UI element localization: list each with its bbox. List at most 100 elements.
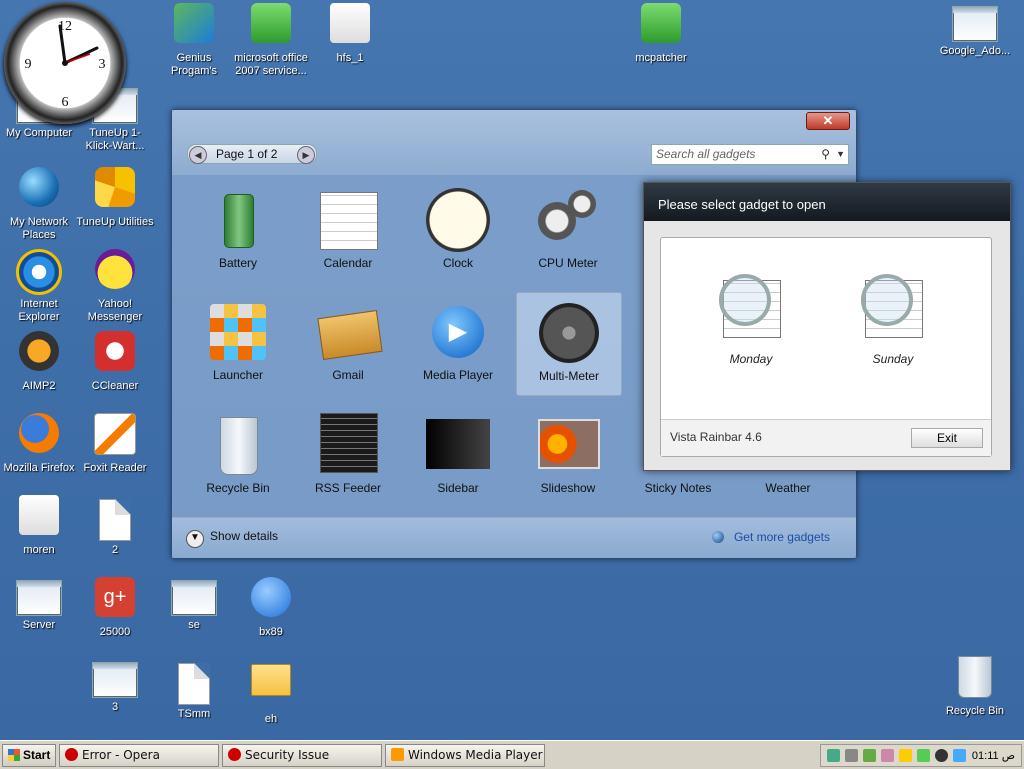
- desktop-icon-3[interactable]: 3: [76, 656, 154, 714]
- window-icon: [92, 662, 138, 698]
- windows-logo-icon: [8, 749, 20, 761]
- gadget-gmail[interactable]: Gmail: [296, 292, 400, 394]
- green-installer-icon: [638, 3, 684, 49]
- foxit-icon: [92, 413, 138, 459]
- desktop-icon-office-service-pack[interactable]: microsoft office 2007 service...: [232, 0, 310, 78]
- desktop-icon-25000[interactable]: g+ 25000: [76, 574, 154, 639]
- calendar-icon: [316, 188, 380, 252]
- gallery-close-button[interactable]: ✕: [806, 112, 850, 130]
- gadget-slideshow[interactable]: Slideshow: [516, 405, 620, 507]
- tray-app-icon[interactable]: [899, 749, 912, 762]
- globe-icon: [711, 531, 724, 543]
- aimp-icon: [16, 331, 62, 377]
- sunday-option[interactable]: Sunday: [853, 274, 933, 366]
- slideshow-icon: [536, 413, 600, 477]
- desktop-icon-moren[interactable]: moren: [0, 492, 78, 557]
- desktop-icon-mozilla-firefox[interactable]: Mozilla Firefox: [0, 410, 78, 475]
- rss-icon: [316, 413, 380, 477]
- green-installer-icon: [248, 3, 294, 49]
- sidebar-icon: [426, 413, 490, 477]
- clock-gadget[interactable]: 12 3 6 9: [4, 2, 126, 124]
- gadget-choice-panel: Monday Sunday Vista Rainbar 4.6 Exit: [660, 237, 992, 457]
- gadget-cpu-meter[interactable]: CPU Meter: [516, 180, 620, 282]
- svg-text:12: 12: [58, 19, 72, 34]
- desktop-icon-internet-explorer[interactable]: Internet Explorer: [0, 246, 78, 324]
- show-details-toggle[interactable]: ▼ Show details: [186, 529, 278, 548]
- desktop: My Computer TuneUp 1-Klick-Wart... My Ne…: [0, 0, 1024, 740]
- tray-app-icon[interactable]: [881, 749, 894, 762]
- play-icon: ▶: [426, 300, 490, 364]
- yahoo-icon: [92, 249, 138, 295]
- gadget-sidebar[interactable]: Sidebar: [406, 405, 510, 507]
- gadget-launcher[interactable]: Launcher: [186, 292, 290, 394]
- tray-app-icon[interactable]: [863, 749, 876, 762]
- window-icon: [16, 580, 62, 616]
- svg-text:3: 3: [99, 57, 106, 72]
- desktop-icon-yahoo-messenger[interactable]: Yahoo! Messenger: [76, 246, 154, 324]
- recycle-bin-icon: [952, 656, 998, 702]
- task-windows-media-player[interactable]: Windows Media Player: [385, 744, 545, 767]
- chevron-down-icon: ▼: [186, 530, 204, 548]
- tray-app-icon[interactable]: [917, 749, 930, 762]
- gadget-recycle-bin[interactable]: Recycle Bin: [186, 405, 290, 507]
- firefox-icon: [16, 413, 62, 459]
- calendar-magnifier-icon: [719, 274, 783, 346]
- window-icon: [171, 580, 217, 616]
- folder-icon: [248, 664, 294, 710]
- exit-button[interactable]: Exit: [911, 428, 983, 448]
- desktop-icon-google-ado[interactable]: Google_Ado...: [936, 0, 1014, 58]
- desktop-icon-tsmm[interactable]: TSmm: [155, 660, 233, 721]
- desktop-icon-my-network-places[interactable]: My Network Places: [0, 164, 78, 242]
- search-placeholder: Search all gadgets: [656, 147, 756, 161]
- start-button[interactable]: Start: [2, 744, 56, 767]
- document-icon: [178, 663, 210, 705]
- task-security-issue[interactable]: Security Issue: [222, 744, 382, 767]
- tray-app-icon[interactable]: [935, 749, 948, 762]
- window-icon: [952, 6, 998, 42]
- desktop-icon-eh[interactable]: eh: [232, 656, 310, 726]
- tray-app-icon[interactable]: [845, 749, 858, 762]
- desktop-icon-ccleaner[interactable]: CCleaner: [76, 328, 154, 393]
- taskbar-clock[interactable]: 01:11 ص: [972, 749, 1015, 762]
- search-icon[interactable]: ⚲: [821, 145, 830, 164]
- gadget-battery[interactable]: Battery: [186, 180, 290, 282]
- speaker-icon: [16, 495, 62, 541]
- taskbar: Start Error - Opera Security Issue Windo…: [0, 740, 1024, 769]
- gadget-rss-feeder[interactable]: RSS Feeder: [296, 405, 400, 507]
- desktop-icon-2[interactable]: 2: [76, 496, 154, 557]
- task-error-opera[interactable]: Error - Opera: [59, 744, 219, 767]
- media-player-icon: [391, 748, 404, 761]
- desktop-icon-server[interactable]: Server: [0, 574, 78, 632]
- gadget-clock[interactable]: Clock: [406, 180, 510, 282]
- page-navigator: ◀ Page 1 of 2 ▶: [187, 144, 317, 164]
- get-more-gadgets-link[interactable]: Get more gadgets: [711, 530, 830, 544]
- page-label: Page 1 of 2: [216, 147, 278, 161]
- desktop-icon-tuneup-utilities[interactable]: TuneUp Utilities: [76, 164, 154, 229]
- gadget-search-input[interactable]: Search all gadgets ⚲ ▼: [651, 144, 849, 165]
- launcher-icon: [206, 300, 270, 364]
- prev-page-button[interactable]: ◀: [189, 146, 207, 164]
- gadget-calendar[interactable]: Calendar: [296, 180, 400, 282]
- desktop-icon-hfs1[interactable]: hfs_1: [311, 0, 389, 65]
- gadget-multi-meter[interactable]: Multi-Meter: [516, 292, 622, 396]
- monday-option[interactable]: Monday: [711, 274, 791, 366]
- tray-app-icon[interactable]: [827, 749, 840, 762]
- desktop-icon-se[interactable]: se: [155, 574, 233, 632]
- tray-app-icon[interactable]: [953, 749, 966, 762]
- gallery-footer: ▼ Show details Get more gadgets: [172, 517, 856, 558]
- system-tray: 01:11 ص: [820, 744, 1022, 767]
- desktop-icon-mcpatcher[interactable]: mcpatcher: [622, 0, 700, 65]
- tuneup-icon: [92, 167, 138, 213]
- opera-icon: [228, 748, 241, 761]
- gadget-media-player[interactable]: ▶ Media Player: [406, 292, 510, 394]
- genius-icon: [171, 3, 217, 49]
- desktop-icon-bx89[interactable]: bx89: [232, 574, 310, 639]
- desktop-icon-recycle-bin[interactable]: Recycle Bin: [936, 654, 1014, 718]
- gallery-header: [172, 110, 856, 175]
- next-page-button[interactable]: ▶: [297, 146, 315, 164]
- desktop-icon-genius-programs[interactable]: Genius Progam's: [155, 0, 233, 78]
- calendar-magnifier-icon: [861, 274, 925, 346]
- chevron-down-icon[interactable]: ▼: [836, 145, 845, 164]
- desktop-icon-aimp2[interactable]: AIMP2: [0, 328, 78, 393]
- desktop-icon-foxit-reader[interactable]: Foxit Reader: [76, 410, 154, 475]
